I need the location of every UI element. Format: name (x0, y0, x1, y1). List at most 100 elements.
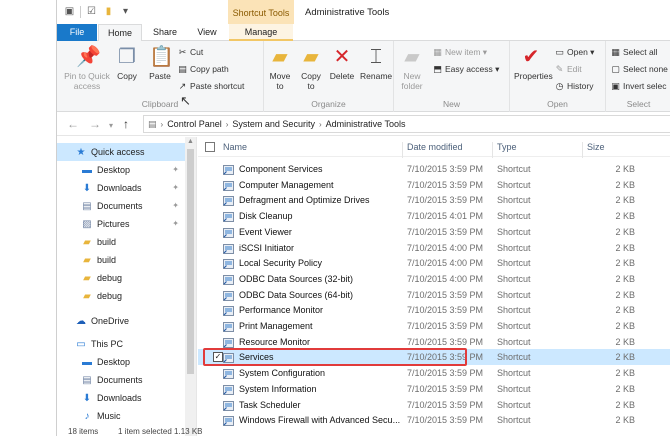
up-arrow-icon[interactable]: ↑ (123, 117, 129, 131)
breadcrumb-separator-icon[interactable]: › (161, 120, 164, 129)
file-row[interactable]: Local Security Policy 7/10/2015 4:00 PM Sh… (198, 255, 670, 271)
column-divider[interactable] (402, 142, 403, 158)
column-divider[interactable] (492, 142, 493, 158)
status-item-count: 18 items (68, 427, 99, 436)
nav-pc-music[interactable]: ♪ Music (57, 407, 185, 425)
tab-share[interactable]: Share (145, 24, 185, 41)
music-icon: ♪ (84, 411, 90, 422)
pin-icon[interactable]: ✦ (172, 161, 179, 179)
nav-scrollbar[interactable]: ▲ (185, 137, 196, 436)
file-list: Name Date modified Type Size Component S… (198, 137, 670, 436)
column-size[interactable]: Size (587, 142, 605, 152)
file-type: Shortcut (497, 195, 531, 206)
copy-path-button[interactable]: ▤ Copy path (177, 63, 229, 75)
column-date-modified[interactable]: Date modified (407, 142, 463, 152)
status-bar: 18 items 1 item selected 1.13 KB (0, 427, 670, 436)
new-item-button[interactable]: ▦ New item ▾ (432, 46, 487, 58)
file-row[interactable]: iSCSI Initiator 7/10/2015 4:00 PM Shortcut… (198, 240, 670, 256)
chevron-down-icon[interactable]: ▾ (119, 5, 132, 18)
breadcrumb-control-panel[interactable]: Control Panel (167, 119, 222, 129)
file-row[interactable]: ODBC Data Sources (32-bit) 7/10/2015 4:00… (198, 271, 670, 287)
nav-pc-downloads[interactable]: ⬇ Downloads (57, 389, 185, 407)
file-row[interactable]: Defragment and Optimize Drives 7/10/2015 … (198, 192, 670, 208)
nav-folder-build[interactable]: ▰ build (57, 251, 185, 269)
file-row[interactable]: Print Management 7/10/2015 3:59 PM Shortcu… (198, 318, 670, 334)
nav-downloads[interactable]: ⬇ Downloads ✦ (57, 179, 185, 197)
shortcut-icon (223, 337, 234, 348)
properties-icon[interactable]: ▣ (63, 5, 76, 18)
rename-button[interactable]: ⌶ Rename (360, 45, 392, 81)
file-row[interactable]: Computer Management 7/10/2015 3:59 PM Shor… (198, 177, 670, 193)
pin-icon[interactable]: ✦ (172, 215, 179, 233)
nav-documents[interactable]: ▤ Documents ✦ (57, 197, 185, 215)
column-type[interactable]: Type (497, 142, 517, 152)
nav-quick-access[interactable]: ★ Quick access (57, 143, 185, 161)
address-bar[interactable]: ▤ › Control Panel › System and Security … (143, 115, 670, 133)
folder-icon[interactable]: ▮ (102, 5, 115, 18)
scrollbar-thumb[interactable] (187, 149, 194, 374)
edit-button[interactable]: ✎ Edit (554, 63, 582, 75)
nav-folder-debug[interactable]: ▰ debug (57, 287, 185, 305)
select-all-button[interactable]: ▦ Select all (610, 46, 657, 58)
folder-icon: ▰ (83, 237, 91, 248)
shortcut-icon (223, 305, 234, 317)
nav-folder-build[interactable]: ▰ build (57, 233, 185, 251)
nav-pc-desktop[interactable]: ▬ Desktop (57, 353, 185, 371)
file-row[interactable]: ODBC Data Sources (64-bit) 7/10/2015 3:59… (198, 287, 670, 303)
pin-icon[interactable]: ✦ (172, 179, 179, 197)
paste-button[interactable]: 📋 Paste (145, 45, 175, 81)
scroll-up-icon[interactable]: ▲ (185, 138, 196, 145)
ribbon-tabs: File Home Share View Manage (57, 24, 670, 42)
properties-button[interactable]: ✔ Properties (514, 45, 553, 81)
new-folder-button[interactable]: ▰ New folder (398, 45, 426, 91)
cut-button[interactable]: ✂ Cut (177, 46, 204, 58)
forward-arrow-icon[interactable]: → (89, 117, 101, 131)
file-row[interactable]: Component Services 7/10/2015 3:59 PM Short… (198, 161, 670, 177)
tab-home[interactable]: Home (98, 24, 142, 42)
breadcrumb-separator-icon[interactable]: › (226, 120, 229, 129)
nav-this-pc[interactable]: ▭ This PC (57, 335, 185, 353)
pin-icon[interactable]: ✦ (172, 197, 179, 215)
paste-shortcut-button[interactable]: ↗ Paste shortcut (177, 80, 245, 92)
breadcrumb-separator-icon[interactable]: › (319, 120, 322, 129)
nav-label: Documents (97, 375, 143, 385)
column-divider[interactable] (582, 142, 583, 158)
file-row[interactable]: System Configuration 7/10/2015 3:59 PM Sho… (198, 365, 670, 381)
file-size: 2 KB (615, 226, 635, 237)
back-arrow-icon[interactable]: ← (67, 117, 79, 131)
delete-button[interactable]: ✕ Delete (328, 45, 356, 81)
explorer-window: ▣ ☑ ▮ ▾ Shortcut Tools Administrative To… (56, 0, 670, 436)
file-name: Performance Monitor (239, 305, 324, 316)
select-none-button[interactable]: ▢ Select none (610, 63, 668, 75)
nav-label: OneDrive (91, 316, 130, 326)
file-row[interactable]: Disk Cleanup 7/10/2015 4:01 PM Shortcut 2 K… (198, 208, 670, 224)
history-button[interactable]: ◷ History (554, 80, 594, 92)
tab-file[interactable]: File (57, 24, 97, 41)
nav-onedrive[interactable]: ☁ OneDrive (57, 312, 185, 330)
nav-desktop[interactable]: ▬ Desktop ✦ (57, 161, 185, 179)
file-row[interactable]: System Information 7/10/2015 3:59 PM Short… (198, 381, 670, 397)
copy-to-button[interactable]: ▰ Copy to (297, 45, 325, 91)
invert-selection-button[interactable]: ▣ Invert selec (610, 80, 666, 92)
recent-locations-chevron-icon[interactable]: ▾ (109, 119, 113, 133)
column-name[interactable]: Name (223, 142, 247, 152)
tab-view[interactable]: View (187, 24, 227, 41)
select-all-checkbox[interactable] (205, 142, 215, 152)
tab-manage[interactable]: Manage (229, 24, 293, 41)
new-item-icon: ▦ (433, 47, 442, 57)
easy-access-button[interactable]: ⬒ Easy access ▾ (432, 63, 499, 75)
move-to-button[interactable]: ▰ Move to (266, 45, 294, 91)
nav-pc-documents[interactable]: ▤ Documents (57, 371, 185, 389)
open-button[interactable]: ▭ Open ▾ (554, 46, 594, 58)
pin-to-quick-access-button[interactable]: 📌 Pin to Quick access (61, 45, 113, 91)
breadcrumb-system-security[interactable]: System and Security (232, 119, 315, 129)
file-row[interactable]: Windows Firewall with Advanced Secu... 7/… (198, 412, 670, 428)
file-row[interactable]: Performance Monitor 7/10/2015 3:59 PM Shor… (198, 302, 670, 318)
checkbox-icon[interactable]: ☑ (85, 5, 98, 18)
nav-pictures[interactable]: ▨ Pictures ✦ (57, 215, 185, 233)
file-row[interactable]: Task Scheduler 7/10/2015 3:59 PM Shortcut 2… (198, 397, 670, 413)
nav-folder-debug[interactable]: ▰ debug (57, 269, 185, 287)
copy-button[interactable]: ❐ Copy (115, 45, 139, 81)
file-row[interactable]: Event Viewer 7/10/2015 3:59 PM Shortcut 2 K… (198, 224, 670, 240)
breadcrumb-administrative-tools[interactable]: Administrative Tools (326, 119, 406, 129)
